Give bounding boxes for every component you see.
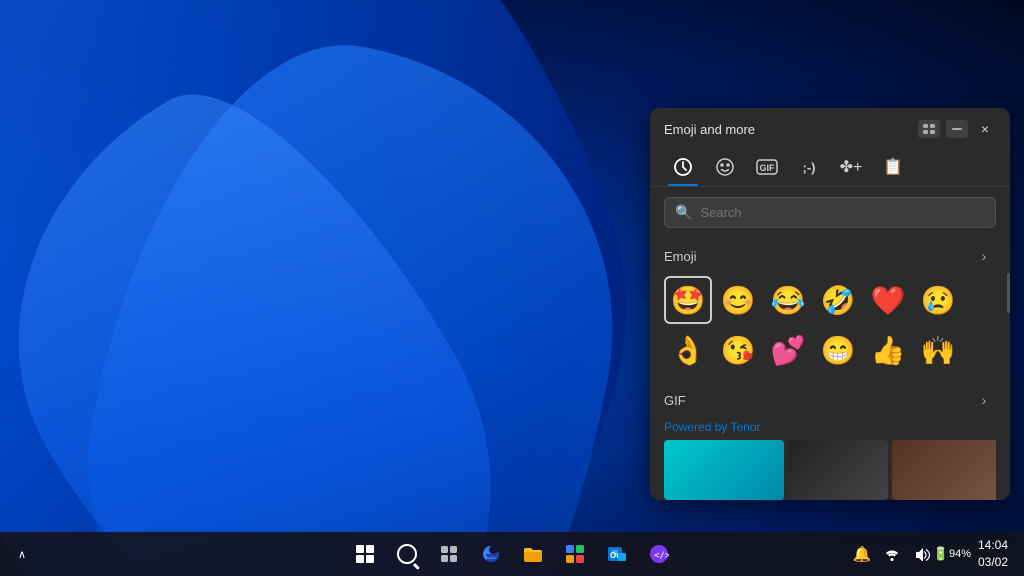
win-logo-cell (356, 555, 364, 563)
search-circle-icon (397, 544, 417, 564)
panel-minimize-button[interactable] (946, 120, 968, 138)
taskbar-date-value: 03/02 (978, 554, 1008, 571)
gif-thumb[interactable] (892, 440, 996, 500)
tab-gif[interactable]: GIF (748, 148, 786, 186)
gif-section: GIF › Powered by Tenor (650, 382, 1010, 500)
emoji-grid: 🤩 😊 😂 🤣 ❤️ 😢 👌 😘 💕 😁 👍 🙌 (664, 276, 996, 374)
taskbar-file-explorer-button[interactable] (515, 536, 551, 572)
tab-symbols[interactable]: ✤+ (832, 148, 870, 186)
win-logo-cell (366, 545, 374, 553)
gif-section-expand[interactable]: › (972, 388, 996, 412)
emoji-panel-header: Emoji and more × (650, 108, 1010, 148)
gif-powered-by: Powered by Tenor (664, 420, 996, 440)
taskbar-time-value: 14:04 (978, 537, 1008, 554)
gif-thumb[interactable] (664, 440, 784, 500)
emoji-item[interactable]: 🤩 (664, 276, 712, 324)
win-logo-cell (356, 545, 364, 553)
battery-percent: 94% (949, 548, 971, 560)
panel-scrollbar[interactable] (1007, 273, 1010, 313)
panel-close-button[interactable]: × (974, 118, 996, 140)
emoji-item[interactable]: 👌 (664, 326, 712, 374)
emoji-item[interactable]: ❤️ (864, 276, 912, 324)
taskbar-right: 🔔 🔋94% 14:04 03/02 (848, 536, 1016, 572)
emoji-picker-panel: Emoji and more × (650, 108, 1010, 500)
svg-text:GIF: GIF (760, 163, 776, 173)
tab-emoji[interactable] (706, 148, 744, 186)
emoji-section-title: Emoji (664, 249, 697, 264)
taskbar-left: ∧ (8, 536, 36, 572)
emoji-item[interactable]: 😊 (714, 276, 762, 324)
emoji-item[interactable]: 😘 (714, 326, 762, 374)
win-logo-cell (366, 555, 374, 563)
search-input[interactable] (700, 205, 985, 220)
taskbar-store-button[interactable] (557, 536, 593, 572)
taskbar-edge-button[interactable] (473, 536, 509, 572)
outlook-icon: Ou (607, 544, 627, 564)
tab-clipboard[interactable]: 📋 (874, 148, 912, 186)
gif-section-title: GIF (664, 393, 686, 408)
tab-recents[interactable] (664, 148, 702, 186)
taskbar-task-view-button[interactable] (431, 536, 467, 572)
edge-icon (481, 544, 501, 564)
gif-strip (664, 440, 996, 500)
emoji-item[interactable]: 🙌 (914, 326, 962, 374)
taskbar-search-button[interactable] (389, 536, 425, 572)
tray-wifi-icon[interactable] (878, 536, 906, 572)
emoji-item[interactable]: 👍 (864, 326, 912, 374)
windows-logo (356, 545, 374, 563)
emoji-tab-bar: GIF ;-) ✤+ 📋 (650, 148, 1010, 187)
emoji-section-header: Emoji › (664, 238, 996, 276)
emoji-item[interactable]: 💕 (764, 326, 812, 374)
taskbar-devhome-button[interactable]: </> (641, 536, 677, 572)
tray-notification-icon[interactable]: 🔔 (848, 536, 876, 572)
file-explorer-icon (523, 545, 543, 563)
emoji-item[interactable]: 😢 (914, 276, 962, 324)
emoji-panel-controls: × (918, 118, 996, 140)
volume-icon (914, 547, 930, 561)
tray-volume-icon[interactable] (908, 536, 936, 572)
wifi-icon (884, 547, 900, 561)
tab-kaomoji[interactable]: ;-) (790, 148, 828, 186)
start-button[interactable] (347, 536, 383, 572)
tray-battery-icon[interactable]: 🔋94% (938, 536, 966, 572)
emoji-item[interactable]: 😁 (814, 326, 862, 374)
emoji-section-expand[interactable]: › (972, 244, 996, 268)
system-tray: 🔔 🔋94% (848, 536, 966, 572)
taskbar: ∧ (0, 532, 1024, 576)
taskbar-clock[interactable]: 14:04 03/02 (970, 537, 1016, 571)
emoji-section: Emoji › 🤩 😊 😂 🤣 ❤️ 😢 👌 😘 💕 😁 👍 🙌 (650, 238, 1010, 382)
devhome-icon: </> (649, 544, 669, 564)
emoji-item[interactable]: 😂 (764, 276, 812, 324)
emoji-search-bar[interactable]: 🔍 (664, 197, 996, 228)
emoji-panel-title: Emoji and more (664, 122, 755, 137)
gif-section-header: GIF › (664, 382, 996, 420)
gif-thumb[interactable] (788, 440, 888, 500)
taskbar-outlook-button[interactable]: Ou (599, 536, 635, 572)
emoji-item[interactable]: 🤣 (814, 276, 862, 324)
tray-chevron[interactable]: ∧ (8, 536, 36, 572)
taskbar-center: Ou </> (347, 536, 677, 572)
svg-text:</>: </> (654, 551, 669, 561)
search-icon: 🔍 (675, 204, 692, 221)
store-icon (565, 544, 585, 564)
panel-grid-button[interactable] (918, 120, 940, 138)
task-view-icon (440, 545, 458, 563)
